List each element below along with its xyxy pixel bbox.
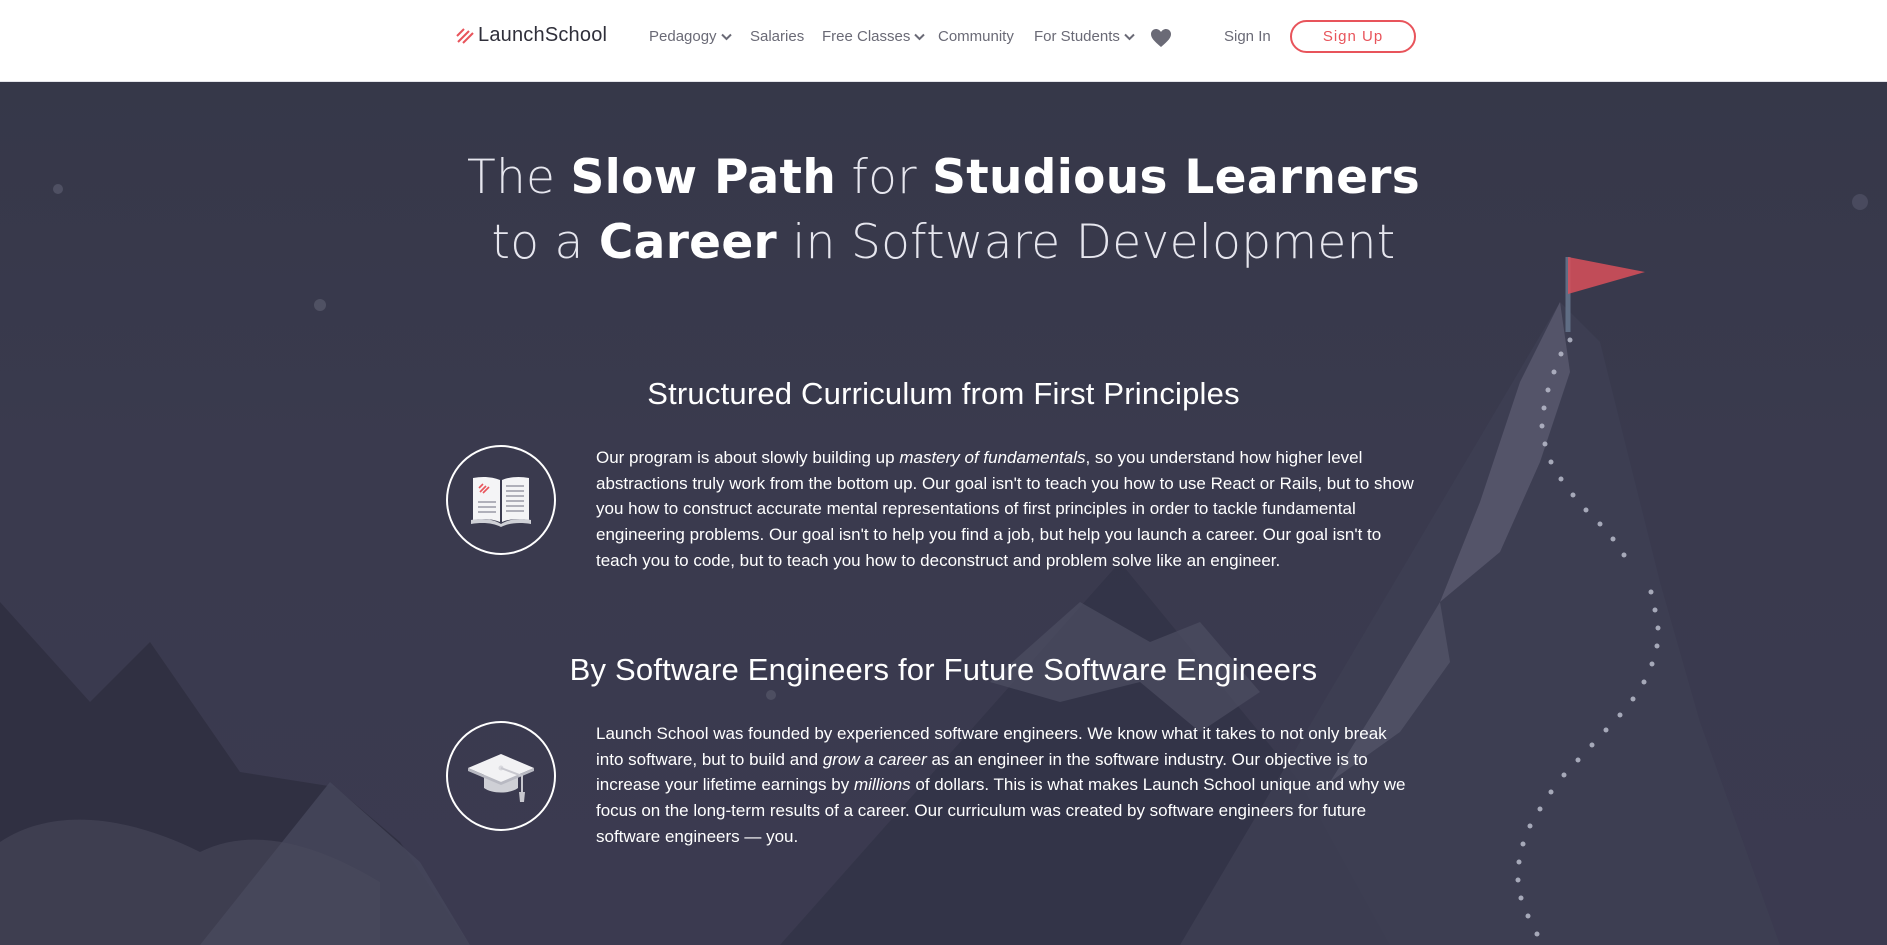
chevron-down-icon	[914, 33, 926, 40]
section-title-engineers: By Software Engineers for Future Softwar…	[569, 652, 1318, 687]
nav-salaries[interactable]: Salaries	[750, 28, 804, 45]
hl2-c: in Software Development	[777, 215, 1396, 270]
hl2-a: to a	[491, 215, 599, 270]
nav-salaries-label: Salaries	[750, 28, 805, 45]
chevron-down-icon	[720, 33, 732, 40]
nav-community-label: Community	[938, 28, 1014, 45]
section-title-curriculum: Structured Curriculum from First Princip…	[647, 376, 1240, 411]
sign-up-button[interactable]: Sign Up	[1290, 20, 1416, 53]
sign-in-link[interactable]: Sign In	[1224, 28, 1271, 45]
nav-for-students-label: For Students	[1034, 28, 1120, 45]
engineers-paragraph: Launch School was founded by experienced…	[596, 721, 1416, 850]
p1-emphasis: mastery of fundamentals	[899, 448, 1086, 467]
hl1-c: for	[836, 150, 933, 205]
launchschool-logo[interactable]: LaunchSchool	[455, 24, 607, 47]
nav-for-students[interactable]: For Students	[1034, 28, 1135, 45]
chevron-down-icon	[1124, 33, 1135, 40]
logo-mark-icon	[456, 27, 474, 44]
sign-up-label: Sign Up	[1322, 28, 1384, 45]
nav-pedagogy[interactable]: Pedagogy	[649, 28, 732, 45]
open-book-glyph	[471, 476, 531, 527]
nav-community[interactable]: Community	[938, 28, 1014, 45]
graduation-cap-glyph	[468, 754, 534, 802]
nav-pedagogy-label: Pedagogy	[649, 28, 717, 45]
hl1-a: The	[466, 150, 571, 205]
nav-free-classes[interactable]: Free Classes	[822, 28, 926, 45]
hero-headline-line-2: to a Career in Software Development	[0, 210, 1887, 276]
p2-emphasis-2: millions	[853, 775, 911, 795]
hl1-b: Slow Path	[570, 150, 837, 205]
heart-icon[interactable]	[1150, 28, 1172, 48]
graduation-cap-icon	[446, 721, 556, 831]
top-navbar: LaunchSchool Pedagogy Salaries Free Clas…	[0, 0, 1887, 82]
curriculum-paragraph: Our program is about slowly building up …	[596, 445, 1416, 574]
p1-pre: Our program is about slowly building up	[596, 448, 900, 467]
logo-text: LaunchSchool	[478, 24, 608, 46]
hl2-b: Career	[598, 215, 778, 270]
p2-emphasis-1: grow a career	[822, 749, 927, 769]
open-book-icon	[446, 445, 556, 555]
nav-free-classes-label: Free Classes	[822, 28, 911, 45]
hl1-d: Studious Learners	[932, 150, 1421, 205]
hero-headline-line-1: The Slow Path for Studious Learners	[0, 145, 1887, 211]
